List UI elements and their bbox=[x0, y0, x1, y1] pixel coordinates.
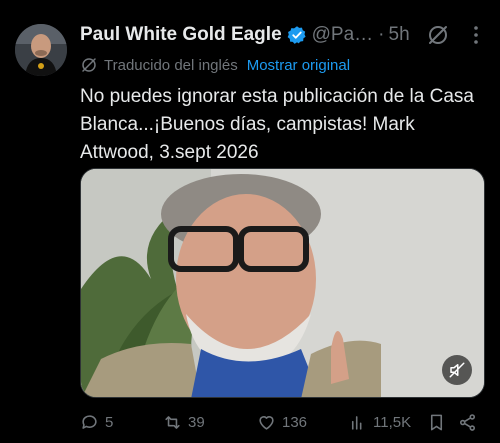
timestamp[interactable]: 5h bbox=[389, 24, 410, 46]
more-icon[interactable] bbox=[464, 23, 488, 47]
translation-label: Traducido del inglés bbox=[104, 56, 238, 74]
retweet-icon bbox=[165, 415, 180, 429]
views-icon bbox=[351, 415, 362, 430]
video-player[interactable] bbox=[80, 168, 485, 398]
like-icon bbox=[259, 415, 274, 430]
share-icon bbox=[459, 413, 476, 431]
translation-row: Traducido del inglés Mostrar original bbox=[80, 54, 350, 76]
handle[interactable]: @Pa… bbox=[312, 24, 374, 46]
tweet-header: Paul White Gold Eagle @Pa… · 5h bbox=[80, 20, 485, 50]
translate-icon bbox=[82, 58, 96, 72]
verified-badge-icon bbox=[287, 26, 306, 44]
views-button[interactable]: 11,5K bbox=[348, 408, 411, 436]
grok-icon[interactable] bbox=[426, 23, 450, 47]
retweet-count: 39 bbox=[188, 413, 205, 431]
video-thumbnail bbox=[81, 169, 484, 397]
avatar[interactable] bbox=[15, 24, 67, 76]
bookmark-button[interactable] bbox=[427, 408, 446, 436]
avatar-image bbox=[15, 24, 67, 76]
action-bar: 5 39 136 11,5K bbox=[80, 408, 490, 436]
like-button[interactable]: 136 bbox=[257, 408, 307, 436]
bookmark-icon bbox=[430, 414, 443, 430]
share-button[interactable] bbox=[458, 408, 477, 436]
reply-button[interactable]: 5 bbox=[80, 408, 113, 436]
mute-button[interactable] bbox=[442, 355, 472, 385]
retweet-button[interactable]: 39 bbox=[163, 408, 205, 436]
reply-count: 5 bbox=[105, 413, 114, 431]
mute-icon bbox=[449, 362, 465, 378]
tweet-text: No puedes ignorar esta publicación de la… bbox=[80, 86, 474, 163]
views-count: 11,5K bbox=[373, 413, 412, 431]
like-count: 136 bbox=[282, 413, 308, 431]
show-original-link[interactable]: Mostrar original bbox=[247, 57, 350, 74]
reply-icon bbox=[82, 414, 97, 429]
tweet[interactable]: Paul White Gold Eagle @Pa… · 5h Traducid… bbox=[0, 0, 500, 443]
separator-dot: · bbox=[378, 24, 385, 45]
display-name[interactable]: Paul White Gold Eagle bbox=[80, 24, 282, 46]
